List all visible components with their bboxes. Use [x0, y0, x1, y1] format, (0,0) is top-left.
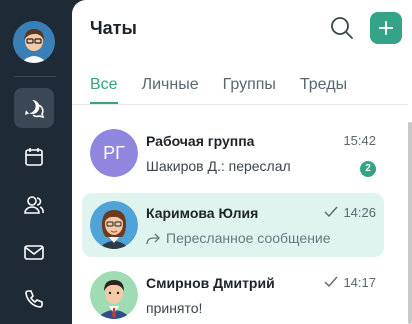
search-button[interactable]	[330, 16, 354, 40]
rail-divider	[14, 76, 56, 77]
plus-icon	[379, 21, 393, 35]
group-avatar: РГ	[90, 129, 138, 177]
chat-time: 15:42	[343, 133, 376, 148]
contacts-icon	[24, 196, 44, 214]
rail-mail-button[interactable]	[14, 232, 54, 272]
tab-all[interactable]: Все	[90, 76, 118, 104]
page-title: Чаты	[90, 18, 137, 38]
group-avatar-initials: РГ	[90, 129, 138, 177]
chat-name: Рабочая группа	[146, 133, 255, 149]
unread-badge: 2	[360, 161, 376, 177]
scrollbar-thumb[interactable]	[408, 122, 412, 324]
user-avatar[interactable]	[13, 21, 55, 63]
chat-time: 14:26	[343, 205, 376, 220]
search-icon	[331, 17, 353, 39]
calendar-icon	[25, 148, 43, 166]
tab-groups[interactable]: Группы	[223, 76, 276, 104]
phone-icon	[25, 290, 43, 308]
chat-name: Смирнов Дмитрий	[146, 275, 275, 291]
chat-item-karimova[interactable]: Каримова Юлия 14:26 Пересланное сообщени…	[82, 193, 384, 257]
left-rail	[0, 0, 72, 324]
rail-contacts-button[interactable]	[14, 185, 54, 225]
new-chat-button[interactable]	[370, 12, 402, 44]
read-check-icon	[324, 206, 338, 218]
read-check-icon	[324, 276, 338, 288]
chat-item-work-group[interactable]: РГ Рабочая группа 15:42 Шакиров Д.: пере…	[82, 121, 384, 185]
chat-time: 14:17	[343, 275, 376, 290]
chat-preview: Шакиров Д.: переслал	[146, 158, 291, 174]
tabs-divider	[72, 104, 408, 105]
contact-avatar	[90, 271, 138, 319]
chat-tabs: Все Личные Группы Треды	[90, 76, 371, 104]
messenger-app: Чаты Все Личные Группы Треды РГ Рабочая …	[0, 0, 412, 324]
rail-phone-button[interactable]	[14, 279, 54, 319]
forward-icon	[146, 233, 160, 245]
chat-item-smirnov[interactable]: Смирнов Дмитрий 14:17 принято!	[82, 263, 384, 324]
tab-personal[interactable]: Личные	[142, 76, 199, 104]
rail-calendar-button[interactable]	[14, 137, 54, 177]
chat-preview: Пересланное сообщение	[166, 230, 331, 246]
chat-name: Каримова Юлия	[146, 205, 259, 221]
rail-chats-button[interactable]	[14, 88, 54, 128]
chat-preview: принято!	[146, 300, 203, 316]
mail-icon	[24, 245, 44, 260]
tab-threads[interactable]: Треды	[300, 76, 347, 104]
contact-avatar	[90, 201, 138, 249]
chats-icon	[25, 99, 45, 119]
chats-panel: Чаты Все Личные Группы Треды РГ Рабочая …	[72, 0, 408, 324]
